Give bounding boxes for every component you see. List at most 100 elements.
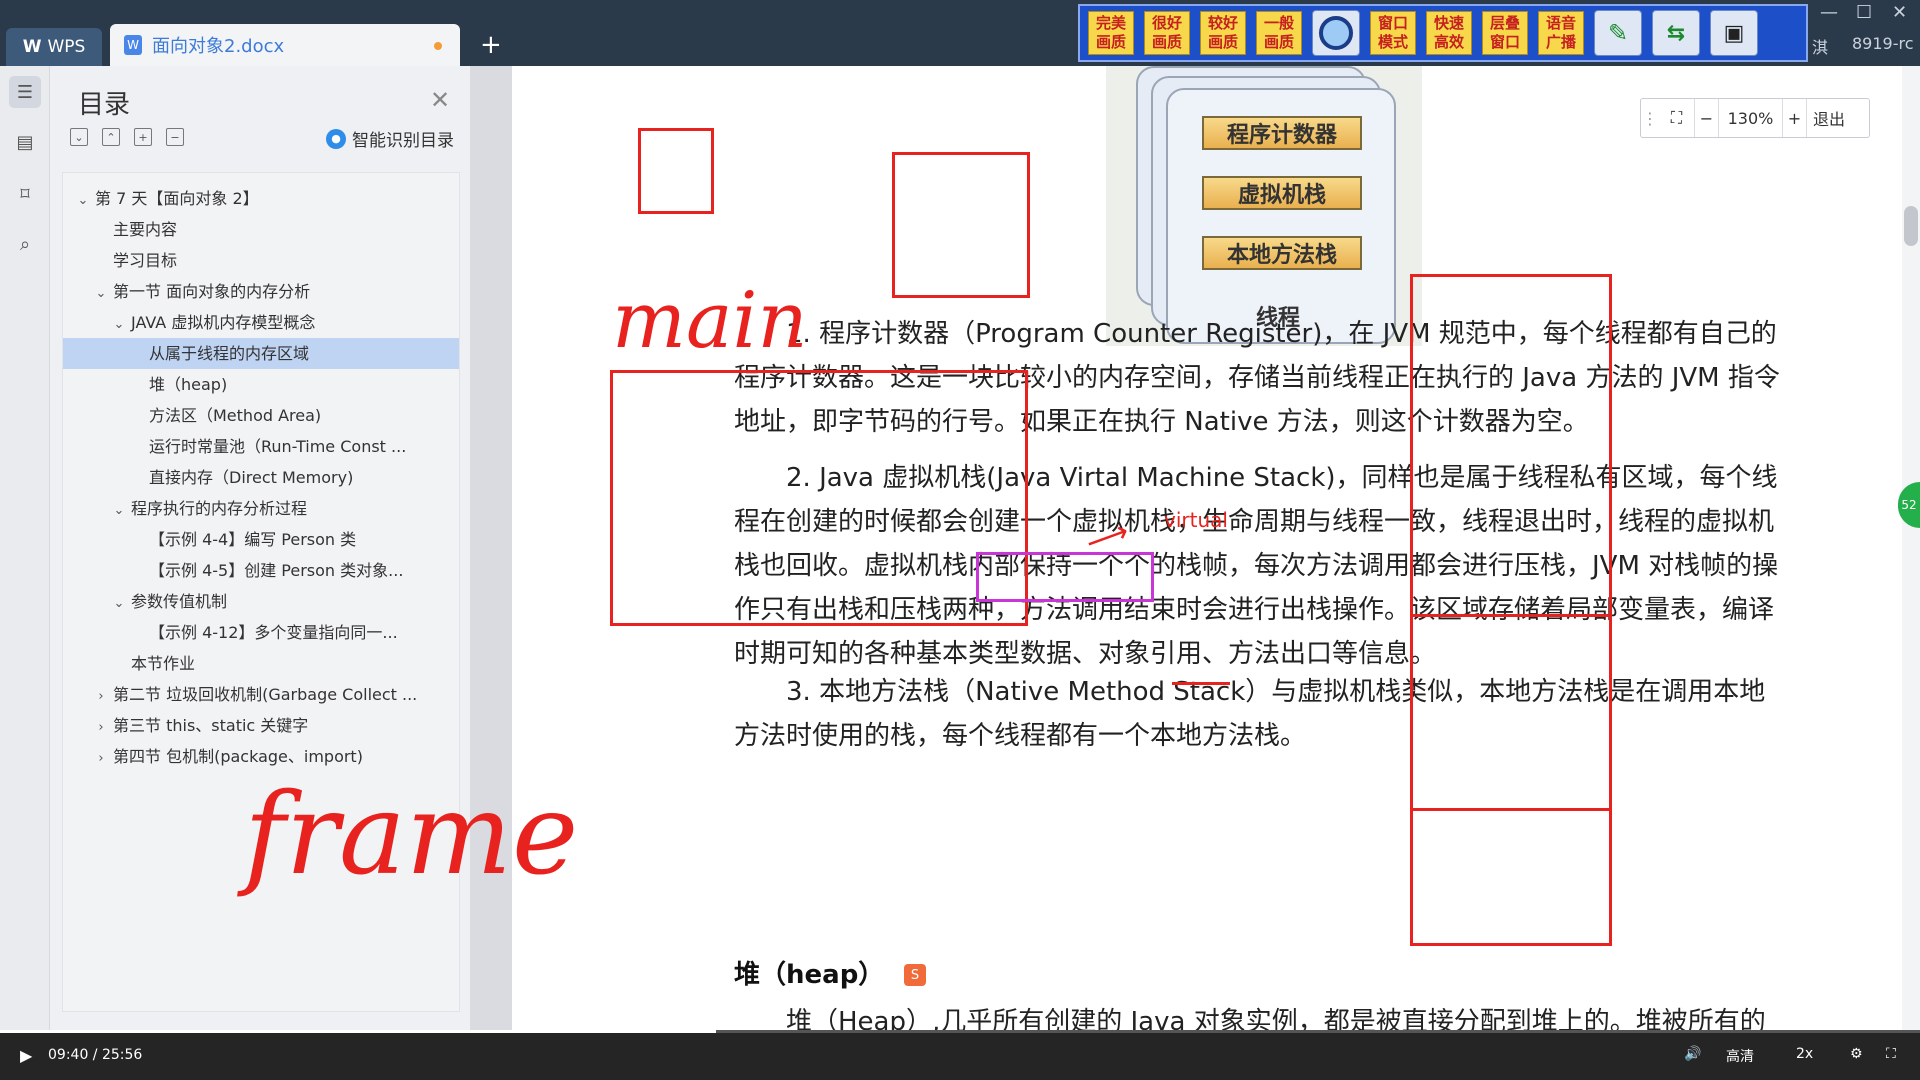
toc-item-label: 学习目标 (113, 251, 178, 270)
vertical-scrollbar[interactable] (1902, 66, 1920, 1030)
wps-home-tab[interactable]: W WPS (6, 28, 102, 66)
remote-control-icon[interactable] (1312, 10, 1360, 56)
remove-heading-icon[interactable]: − (166, 128, 184, 146)
chevron-down-icon[interactable]: ⌄ (111, 495, 127, 524)
find-icon[interactable]: ⌕ (9, 228, 41, 260)
maximize-icon[interactable]: ☐ (1856, 2, 1872, 23)
collapse-all-icon[interactable]: ⌃ (102, 128, 120, 146)
toc-item[interactable]: 运行时常量池（Run-Time Const ... (63, 431, 459, 462)
zoom-in-button[interactable]: + (1783, 99, 1807, 137)
document-tab-title: 面向对象2.docx (152, 36, 285, 57)
toc-item[interactable]: ⌄ 第一节 面向对象的内存分析 (63, 276, 459, 307)
heap-heading: 堆（heap） (734, 960, 885, 990)
toc-item-label: 堆（heap) (149, 375, 228, 394)
exit-button[interactable]: 退出 (1807, 99, 1851, 137)
toc-item[interactable]: 从属于线程的内存区域 (63, 338, 459, 369)
cascade-window-button[interactable]: 层叠窗口 (1482, 11, 1528, 55)
voice-broadcast-button[interactable]: 语音广播 (1538, 11, 1584, 55)
toc-item[interactable]: ⌄ 第 7 天【面向对象 2】 (63, 183, 459, 214)
toc-item[interactable]: 方法区（Method Area) (63, 400, 459, 431)
volume-icon[interactable]: 🔊 (1684, 1046, 1701, 1062)
smart-toc-label: 智能识别目录 (352, 131, 454, 151)
new-tab-button[interactable]: + (480, 30, 502, 60)
video-progress-fill (0, 1030, 717, 1033)
toc-item[interactable]: ⌄ 程序执行的内存分析过程 (63, 493, 459, 524)
toc-panel-icon[interactable]: ☰ (9, 76, 41, 108)
chevron-down-icon[interactable]: ⌄ (75, 185, 91, 214)
wps-assist-icon[interactable]: S (904, 964, 926, 986)
zoom-level[interactable]: 130% (1719, 99, 1783, 137)
toc-item[interactable]: ⌄ JAVA 虚拟机内存模型概念 (63, 307, 459, 338)
paragraph-heap: 堆（Heap）,几乎所有创建的 Java 对象实例，都是被直接分配到堆上的。堆被… (734, 1000, 1784, 1030)
quality-button-good[interactable]: 很好画质 (1144, 11, 1190, 55)
chevron-down-icon[interactable]: ⌄ (93, 278, 109, 307)
toc-item-label: 程序执行的内存分析过程 (131, 499, 308, 518)
wps-label: WPS (47, 37, 86, 57)
play-icon[interactable]: ▶ (20, 1046, 32, 1065)
video-time: 09:40 / 25:56 (48, 1047, 143, 1063)
chevron-right-icon[interactable]: › (93, 743, 109, 772)
chevron-right-icon[interactable]: › (93, 681, 109, 710)
annotation-box-frame-stack (1410, 274, 1612, 946)
speed-selector[interactable]: 2x (1796, 1046, 1813, 1062)
pen-tool-icon[interactable]: ✎ (1594, 10, 1642, 56)
expand-all-icon[interactable]: ⌄ (70, 128, 88, 146)
screen-icon[interactable]: ▣ (1710, 10, 1758, 56)
toc-item[interactable]: › 第三节 this、static 关键字 (63, 710, 459, 741)
toc-item[interactable]: 主要内容 (63, 214, 459, 245)
scroll-thumb[interactable] (1904, 206, 1918, 246)
bookmark-icon[interactable]: ⌑ (9, 178, 41, 210)
toc-item[interactable]: 堆（heap) (63, 369, 459, 400)
toc-item-label: 直接内存（Direct Memory) (149, 468, 354, 487)
annotation-divider-2 (1410, 808, 1612, 811)
window-title-prefix: 淇 (1812, 38, 1829, 57)
toc-item-label: 参数传值机制 (131, 592, 228, 611)
window-mode-button[interactable]: 窗口模式 (1370, 11, 1416, 55)
quality-button-perfect[interactable]: 完美画质 (1088, 11, 1134, 55)
chevron-down-icon[interactable]: ⌄ (111, 588, 127, 617)
toc-item[interactable]: 学习目标 (63, 245, 459, 276)
toc-item[interactable]: 【示例 4-12】多个变量指向同一... (63, 617, 459, 648)
paragraph-native-stack: 3. 本地方法栈（Native Method Stack）与虚拟机栈类似，本地方… (734, 670, 1784, 758)
close-icon[interactable]: ✕ (430, 86, 450, 114)
toc-item[interactable]: 【示例 4-5】创建 Person 类对象... (63, 555, 459, 586)
paragraph-native-stack-text: 3. 本地方法栈（Native Method Stack）与虚拟机栈类似，本地方… (734, 677, 1766, 751)
toc-item[interactable]: 本节作业 (63, 648, 459, 679)
toc-item[interactable]: › 第四节 包机制(package、import) (63, 741, 459, 772)
zoom-out-button[interactable]: − (1695, 99, 1719, 137)
close-window-icon[interactable]: ✕ (1892, 2, 1907, 23)
zoom-control: ⋮ ⛶ − 130% + 退出 (1640, 98, 1870, 138)
paragraph-heap-text: 堆（Heap）,几乎所有创建的 Java 对象实例，都是被直接分配到堆上的。堆被… (786, 1007, 1766, 1030)
toc-item-label: JAVA 虚拟机内存模型概念 (131, 313, 316, 332)
minimize-icon[interactable]: — (1820, 2, 1838, 23)
video-progress-track[interactable] (0, 1030, 1920, 1033)
chevron-down-icon[interactable]: ⌄ (111, 309, 127, 338)
quality-button-better[interactable]: 较好画质 (1200, 11, 1246, 55)
toc-item[interactable]: ⌄ 参数传值机制 (63, 586, 459, 617)
toc-item-label: 第一节 面向对象的内存分析 (113, 282, 311, 301)
add-heading-icon[interactable]: + (134, 128, 152, 146)
drag-handle-icon[interactable]: ⋮ (1641, 99, 1659, 137)
settings-icon[interactable]: ⚙ (1850, 1046, 1863, 1062)
toc-item-label: 第二节 垃圾回收机制(Garbage Collect ... (113, 685, 418, 704)
chevron-right-icon[interactable]: › (93, 712, 109, 741)
toc-item[interactable]: › 第二节 垃圾回收机制(Garbage Collect ... (63, 679, 459, 710)
annotation-box-main (610, 370, 1028, 626)
toc-item-label: 运行时常量池（Run-Time Const ... (149, 437, 407, 456)
thread-memory-figure: 程序计数器 虚拟机栈 本地方法栈 线程 (1106, 66, 1422, 346)
quality-button-normal[interactable]: 一般画质 (1256, 11, 1302, 55)
toc-item[interactable]: 【示例 4-4】编写 Person 类 (63, 524, 459, 555)
fast-mode-button[interactable]: 快速高效 (1426, 11, 1472, 55)
document-tab[interactable]: W 面向对象2.docx (110, 24, 460, 66)
toc-item[interactable]: 直接内存（Direct Memory) (63, 462, 459, 493)
outline-icon[interactable]: ▤ (9, 126, 41, 158)
fullscreen-icon[interactable]: ⛶ (1886, 1046, 1896, 1062)
annotation-frame-text: frame (244, 770, 579, 900)
figure-label-vm-stack: 虚拟机栈 (1202, 176, 1362, 210)
left-icon-rail: ☰ ▤ ⌑ ⌕ (0, 66, 50, 1030)
quality-selector[interactable]: 高清 (1726, 1046, 1754, 1066)
figure-label-pc: 程序计数器 (1202, 116, 1362, 150)
smart-toc-button[interactable]: ● 智能识别目录 (326, 126, 454, 151)
transfer-icon[interactable]: ⇆ (1652, 10, 1700, 56)
fit-screen-icon[interactable]: ⛶ (1659, 99, 1695, 137)
